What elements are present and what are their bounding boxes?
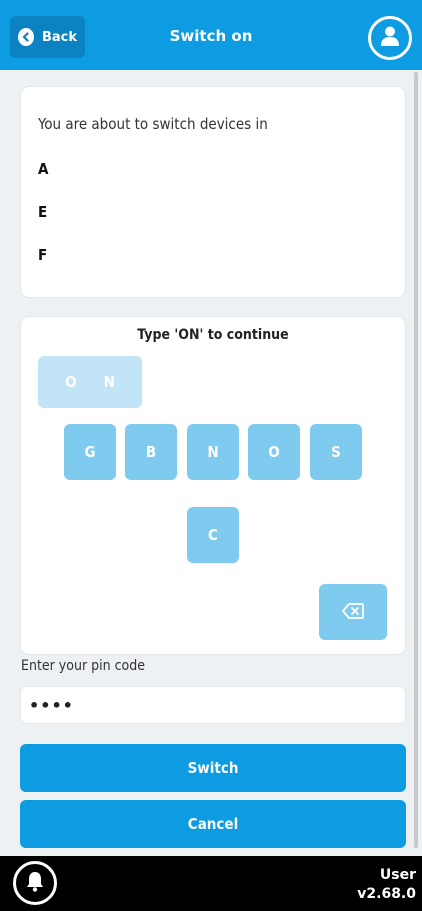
key-n[interactable]: N (187, 424, 239, 480)
page-title: Switch on (169, 27, 253, 45)
cancel-button[interactable]: Cancel (20, 800, 406, 848)
switch-button[interactable]: Switch (20, 744, 406, 792)
backspace-button[interactable] (319, 584, 387, 640)
typed-char: N (103, 373, 115, 391)
pin-label: Enter your pin code (21, 658, 145, 674)
bell-icon (25, 870, 45, 896)
typed-char: O (65, 373, 77, 391)
switch-info-card: You are about to switch devices in A E F (21, 87, 405, 297)
device-item: E (38, 203, 48, 221)
keypad-instruction: Type 'ON' to continue (137, 327, 289, 343)
pin-code-input[interactable] (20, 686, 406, 724)
notifications-button[interactable] (13, 861, 57, 905)
header-bar: Back Switch on (0, 0, 422, 70)
key-g[interactable]: G (64, 424, 116, 480)
key-c[interactable]: C (187, 507, 239, 563)
switch-intro-text: You are about to switch devices in (38, 115, 268, 133)
typed-characters-box: O N (38, 356, 142, 408)
key-o[interactable]: O (248, 424, 300, 480)
profile-button[interactable] (368, 16, 412, 60)
footer-user-label: User (379, 867, 416, 883)
scrollbar[interactable] (414, 72, 418, 848)
user-icon (380, 25, 400, 51)
device-item: A (38, 160, 49, 178)
device-item: F (38, 246, 48, 264)
backspace-icon (342, 602, 364, 622)
confirm-keypad-card: Type 'ON' to continue O N G B N O S C (21, 317, 405, 654)
footer-bar: User v2.68.0 (0, 856, 422, 911)
key-b[interactable]: B (125, 424, 177, 480)
key-s[interactable]: S (310, 424, 362, 480)
app-version: v2.68.0 (357, 886, 416, 902)
